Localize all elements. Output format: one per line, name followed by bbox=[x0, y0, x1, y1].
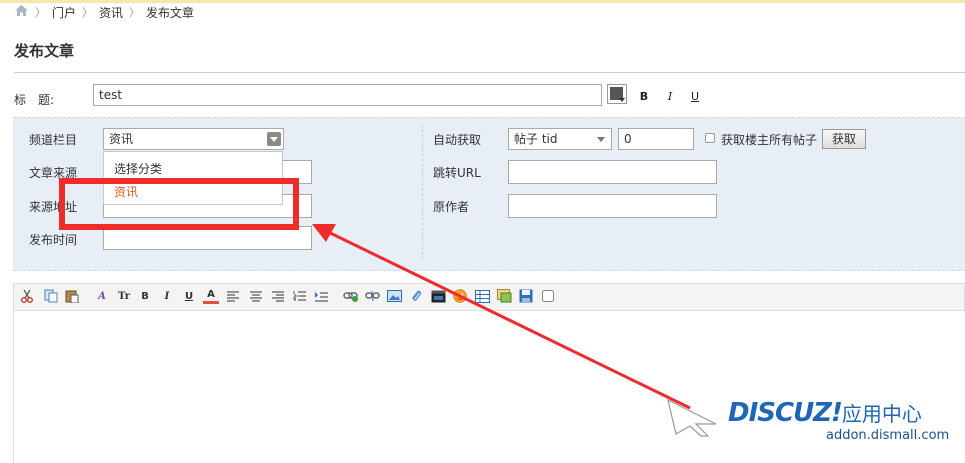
cursor-logo-icon bbox=[667, 398, 717, 437]
annotation-arrow bbox=[312, 224, 691, 410]
brand-cn-name: 应用中心 bbox=[841, 402, 922, 426]
discuz-watermark-logo: DISCUZ!应用中心 addon.dismall.com bbox=[667, 398, 949, 443]
brand-name: DISCUZ! bbox=[728, 398, 843, 428]
brand-url: addon.dismall.com bbox=[826, 428, 950, 443]
